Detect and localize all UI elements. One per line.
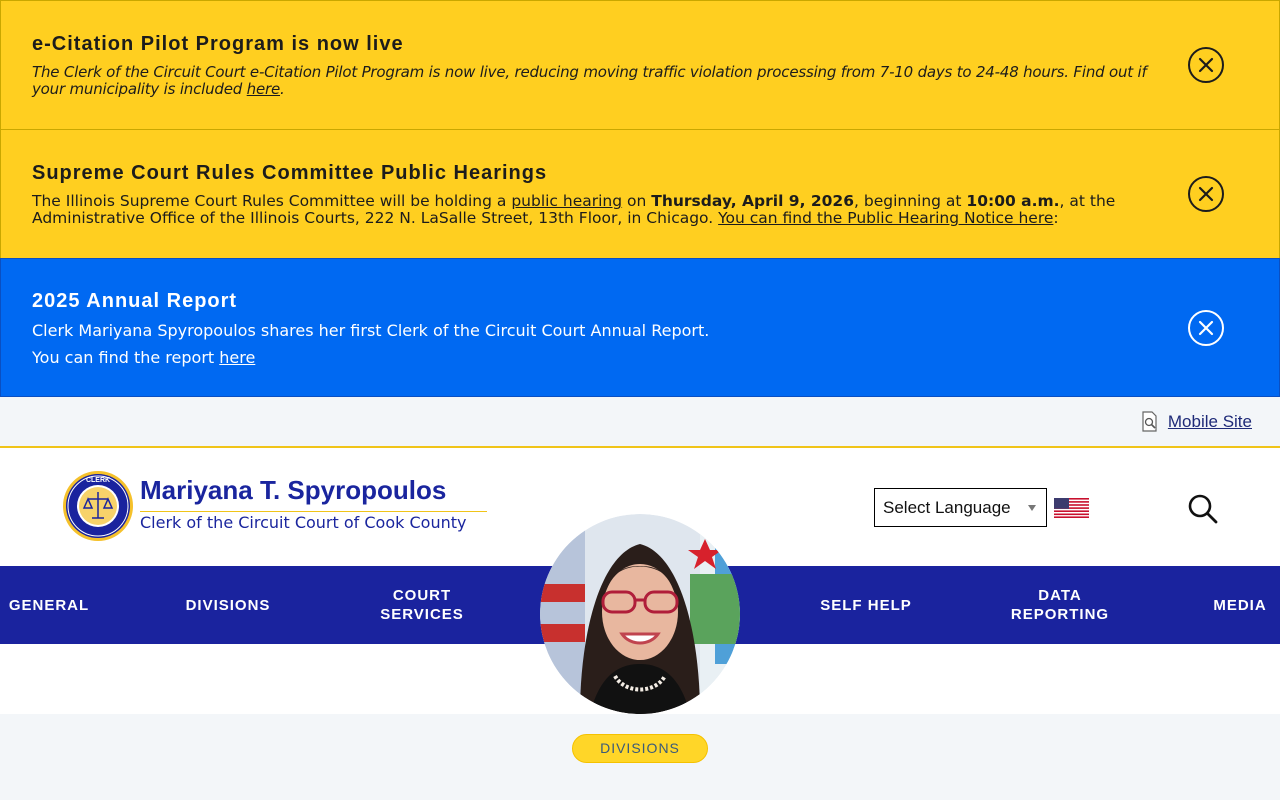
- alert-title: 2025 Annual Report: [32, 290, 238, 312]
- close-icon: [1198, 320, 1214, 336]
- language-select-value: Select Language: [883, 498, 1011, 517]
- alert-annual-report: 2025 Annual Report Clerk Mariyana Spyrop…: [0, 258, 1280, 397]
- alert-body: Clerk Mariyana Spyropoulos shares her fi…: [32, 317, 1152, 371]
- content-section: DIVISIONS: [0, 714, 1280, 800]
- alert-text: :: [1053, 209, 1059, 227]
- dropdown-arrow-icon: [1028, 505, 1036, 511]
- us-flag-icon: [1054, 498, 1089, 518]
- mobile-site-label[interactable]: Mobile Site: [1168, 412, 1252, 432]
- alert-text: on: [622, 192, 652, 210]
- hearing-notice-link[interactable]: You can find the Public Hearing Notice h…: [718, 209, 1053, 227]
- nav-item-divisions[interactable]: DIVISIONS: [174, 566, 282, 644]
- alert-body: The Clerk of the Circuit Court e-Citatio…: [32, 64, 1152, 98]
- alert-text: .: [280, 80, 285, 98]
- hearing-date: Thursday, April 9, 2026: [651, 192, 854, 210]
- clerk-subtitle: Clerk of the Circuit Court of Cook Count…: [140, 511, 487, 532]
- ecitation-here-link[interactable]: here: [247, 80, 281, 98]
- close-alert-button[interactable]: [1188, 310, 1224, 346]
- alert-public-hearings: Supreme Court Rules Committee Public Hea…: [0, 129, 1280, 259]
- alert-title: e-Citation Pilot Program is now live: [32, 33, 404, 55]
- alert-text: You can find the report: [32, 348, 220, 367]
- language-select[interactable]: Select Language: [874, 488, 1047, 527]
- alert-text: The Illinois Supreme Court Rules Committ…: [32, 192, 512, 210]
- clerk-seal-logo[interactable]: CLERK: [62, 470, 134, 542]
- alert-body: The Illinois Supreme Court Rules Committ…: [32, 193, 1152, 227]
- close-alert-button[interactable]: [1188, 176, 1224, 212]
- close-icon: [1198, 57, 1214, 73]
- clerk-portrait-photo: [540, 514, 740, 714]
- alert-text-line: You can find the report here: [32, 344, 1152, 371]
- nav-item-court-services[interactable]: COURT SERVICES: [372, 566, 472, 644]
- close-alert-button[interactable]: [1188, 47, 1224, 83]
- nav-item-media[interactable]: MEDIA: [1202, 566, 1278, 644]
- alert-ecitation: e-Citation Pilot Program is now live The…: [0, 0, 1280, 130]
- alert-text: , beginning at: [854, 192, 967, 210]
- alert-title: Supreme Court Rules Committee Public Hea…: [32, 162, 548, 184]
- alert-text: Clerk Mariyana Spyropoulos shares her fi…: [32, 321, 710, 340]
- mobile-site-icon: [1142, 411, 1157, 432]
- hearing-time: 10:00 a.m.: [966, 192, 1060, 210]
- divisions-pill[interactable]: DIVISIONS: [572, 734, 708, 763]
- alert-text: The Clerk of the Circuit Court e-Citatio…: [32, 63, 1147, 98]
- public-hearing-link[interactable]: public hearing: [511, 192, 622, 210]
- utility-bar: Mobile Site: [0, 397, 1280, 448]
- mobile-site-link[interactable]: Mobile Site: [1140, 411, 1252, 433]
- search-icon[interactable]: [1187, 493, 1219, 525]
- nav-item-self-help[interactable]: SELF HELP: [816, 566, 916, 644]
- clerk-name[interactable]: Mariyana T. Spyropoulos: [140, 475, 446, 506]
- annual-report-here-link[interactable]: here: [219, 348, 255, 367]
- seal-text: CLERK: [86, 477, 110, 484]
- nav-item-data-reporting[interactable]: DATA REPORTING: [1005, 566, 1115, 644]
- nav-item-general[interactable]: GENERAL: [0, 566, 98, 644]
- close-icon: [1198, 186, 1214, 202]
